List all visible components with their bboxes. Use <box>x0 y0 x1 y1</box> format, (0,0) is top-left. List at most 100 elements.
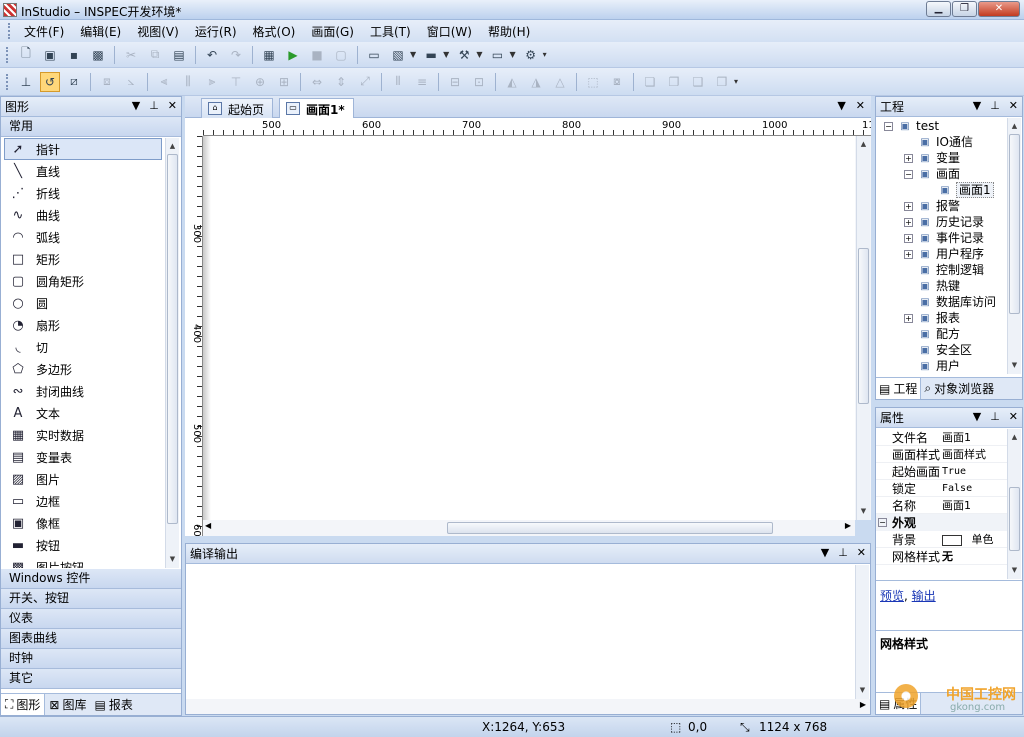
group-icon[interactable]: ⧈ <box>97 72 117 92</box>
property-value[interactable]: 画面样式 <box>942 446 986 462</box>
panel-close-icon[interactable]: ✕ <box>1009 99 1018 112</box>
tool-item[interactable]: ∿ 曲线 <box>1 204 165 226</box>
same-height-icon[interactable]: ⇕ <box>331 72 351 92</box>
save-icon[interactable]: ▪ <box>64 45 84 65</box>
pin-icon[interactable]: ⊥ <box>990 410 1000 423</box>
tab-project[interactable]: ▤ 工程 <box>876 378 922 399</box>
center-h-icon[interactable]: ⊟ <box>445 72 465 92</box>
scroll-down-icon[interactable]: ▼ <box>857 505 870 518</box>
tab-report[interactable]: ▤ 报表 <box>91 694 137 715</box>
run-icon[interactable]: ▶ <box>283 45 303 65</box>
tree-item[interactable]: ▣ 热键 <box>876 278 1008 294</box>
same-size-icon[interactable]: ⤢ <box>355 72 375 92</box>
tool-item[interactable]: ▩ 图片按钮 <box>1 556 165 569</box>
combine-icon[interactable]: ⬚ <box>583 72 603 92</box>
tool-item[interactable]: ▦ 实时数据 <box>1 424 165 446</box>
property-row[interactable]: 起始画面 True <box>876 463 1008 480</box>
save-all-icon[interactable]: ▩ <box>88 45 108 65</box>
tab-screen1[interactable]: ▭ 画面1* <box>279 98 354 118</box>
expand-icon[interactable]: + <box>904 218 913 227</box>
scroll-down-icon[interactable]: ▼ <box>1008 564 1021 577</box>
project-tree-scrollbar[interactable]: ▲ ▼ <box>1007 118 1021 374</box>
tool-item[interactable]: ▣ 像框 <box>1 512 165 534</box>
tab-gallery[interactable]: ⊠ 图库 <box>45 694 90 715</box>
tree-item[interactable]: + ▣ 报警 <box>876 198 1008 214</box>
space-h-icon[interactable]: ⦀ <box>388 72 408 92</box>
tool-item[interactable]: ⬠ 多边形 <box>1 358 165 380</box>
pin-icon[interactable]: ⊥ <box>990 99 1000 112</box>
property-row[interactable]: 名称 画面1 <box>876 497 1008 514</box>
menu-edit[interactable]: 编辑(E) <box>72 21 129 42</box>
align-center-icon[interactable]: ⫼ <box>178 72 198 92</box>
paste-icon[interactable]: ▤ <box>169 45 189 65</box>
tool-item[interactable]: ○ 圆 <box>1 292 165 314</box>
panel-dropdown-icon[interactable]: ▼ <box>973 99 981 112</box>
redo-icon[interactable]: ↷ <box>226 45 246 65</box>
align-middle-icon[interactable]: ⊕ <box>250 72 270 92</box>
minimize-button[interactable]: ▁ <box>926 1 951 17</box>
background-color-swatch[interactable] <box>942 534 962 546</box>
tree-item[interactable]: ▣ 安全区 <box>876 342 1008 358</box>
property-row[interactable]: 锁定 False <box>876 480 1008 497</box>
tab-start-page[interactable]: ⌂ 起始页 <box>201 98 274 118</box>
menu-window[interactable]: 窗口(W) <box>419 21 480 42</box>
edit-point-icon[interactable]: ⦣ <box>121 72 141 92</box>
tool-item[interactable]: ⋰ 折线 <box>1 182 165 204</box>
property-category-appearance[interactable]: − 外观 <box>876 514 1008 531</box>
cut-icon[interactable]: ✂ <box>121 45 141 65</box>
property-row-grid-style[interactable]: 网格样式 无 <box>876 548 1008 565</box>
scroll-thumb[interactable] <box>858 248 869 404</box>
new-file-icon[interactable]: 🗋 <box>16 45 36 65</box>
property-row-background[interactable]: 背景 单色 <box>876 531 1008 548</box>
collapse-icon[interactable]: − <box>884 122 893 131</box>
tree-item[interactable]: − ▣ 画面 <box>876 166 1008 182</box>
tool-item[interactable]: ◔ 扇形 <box>1 314 165 336</box>
menu-screen[interactable]: 画面(G) <box>303 21 362 42</box>
design-canvas[interactable] <box>203 136 855 520</box>
tree-item[interactable]: − ▣ test <box>876 118 1008 134</box>
bring-forward-icon[interactable]: ❑ <box>688 72 708 92</box>
anchor-icon[interactable]: ⊥ <box>16 72 36 92</box>
canvas-vertical-scrollbar[interactable]: ▲ ▼ <box>855 136 871 520</box>
align-left-icon[interactable]: ⫷ <box>154 72 174 92</box>
property-value[interactable]: False <box>942 483 972 494</box>
output-hscroll[interactable]: ▶ <box>186 699 870 714</box>
tool-item[interactable]: ∾ 封闭曲线 <box>1 380 165 402</box>
send-backward-icon[interactable]: ❒ <box>712 72 732 92</box>
tool-item[interactable]: ➚ 指针 <box>4 138 162 160</box>
group-common[interactable]: 常用 <box>1 117 181 137</box>
skew-icon[interactable]: ⧄ <box>64 72 84 92</box>
property-grid-scrollbar[interactable]: ▲ ▼ <box>1007 429 1021 579</box>
panel-dropdown-icon[interactable]: ▼ <box>821 546 829 559</box>
scroll-right-icon[interactable]: ▶ <box>860 700 866 709</box>
scroll-up-icon[interactable]: ▲ <box>1008 431 1021 444</box>
panel-close-icon[interactable]: ✕ <box>168 99 177 112</box>
scroll-thumb[interactable] <box>1009 134 1020 314</box>
scroll-down-icon[interactable]: ▼ <box>1008 359 1021 372</box>
scroll-down-icon[interactable]: ▼ <box>856 684 869 697</box>
tool-item[interactable]: ▤ 变量表 <box>1 446 165 468</box>
bring-front-icon[interactable]: ❏ <box>640 72 660 92</box>
scroll-down-icon[interactable]: ▼ <box>166 553 179 566</box>
properties-icon[interactable]: ▧ <box>388 45 408 65</box>
tool-item[interactable]: ▬ 按钮 <box>1 534 165 556</box>
scroll-thumb[interactable] <box>167 154 178 524</box>
tree-item[interactable]: ▣ 画面1 <box>876 182 1008 198</box>
tree-item[interactable]: ▣ 配方 <box>876 326 1008 342</box>
output-scrollbar[interactable]: ▼ <box>855 565 869 699</box>
property-row[interactable]: 画面样式 画面样式 <box>876 446 1008 463</box>
rotate-icon[interactable]: ↺ <box>40 71 60 92</box>
tree-item[interactable]: + ▣ 变量 <box>876 150 1008 166</box>
tool-item[interactable]: ▨ 图片 <box>1 468 165 490</box>
expand-icon[interactable]: + <box>904 314 913 323</box>
tree-item[interactable]: ▣ 控制逻辑 <box>876 262 1008 278</box>
panel-close-icon[interactable]: ✕ <box>857 546 866 559</box>
pin-icon[interactable]: ⊥ <box>838 546 848 559</box>
scroll-thumb[interactable] <box>1009 487 1020 551</box>
canvas-horizontal-scrollbar[interactable]: ◀ ▶ <box>203 520 855 536</box>
group-header[interactable]: 其它 <box>1 669 181 689</box>
panel-close-icon[interactable]: ✕ <box>1009 410 1018 423</box>
menu-file[interactable]: 文件(F) <box>16 21 72 42</box>
tool-item[interactable]: A 文本 <box>1 402 165 424</box>
menu-run[interactable]: 运行(R) <box>187 21 245 42</box>
